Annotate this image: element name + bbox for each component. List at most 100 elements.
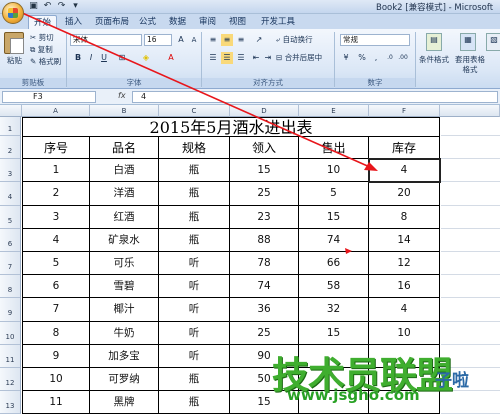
row-header-5[interactable]: 5 [0,205,21,229]
format-painter-button[interactable]: ✎ 格式刷 [30,57,61,67]
undo-icon[interactable]: ↶ [42,1,53,12]
table-cell[interactable]: 20 [369,182,440,206]
bold-button[interactable]: B [72,52,84,64]
row-header-1[interactable]: 1 [0,117,21,136]
table-cell[interactable]: 74 [230,275,299,299]
name-box[interactable]: F3 [2,91,96,103]
comma-icon[interactable]: , [370,52,382,64]
cut-button[interactable]: ✂ 剪切 [30,33,54,43]
border-icon[interactable]: ⊞ [116,52,128,64]
table-cell[interactable]: 12 [369,252,440,276]
column-header-b[interactable]: B [90,105,159,117]
table-cell[interactable]: 洋酒 [90,182,159,206]
table-cell[interactable]: 雪碧 [90,275,159,299]
font-size-combo[interactable]: 16 [144,34,172,46]
table-cell[interactable]: 10 [369,321,440,345]
column-header-g[interactable] [440,105,500,117]
align-middle-icon[interactable]: ≡ [221,34,233,46]
format-table-icon[interactable]: ▦ [460,33,476,51]
paste-button[interactable]: 粘贴 [7,56,22,66]
fx-icon[interactable]: fx [118,91,126,100]
table-cell[interactable]: 7 [22,298,90,322]
table-cell[interactable]: 74 [299,228,369,252]
table-cell[interactable]: 36 [230,298,299,322]
table-cell[interactable]: 可乐 [90,252,159,276]
tab-page-layout[interactable]: 页面布局 [90,15,134,29]
table-cell[interactable]: 瓶 [159,205,230,229]
table-cell[interactable]: 8 [369,205,440,229]
shrink-font-icon[interactable]: A [188,34,200,46]
table-cell[interactable]: 11 [22,391,90,415]
table-header-cell[interactable]: 品名 [90,136,159,160]
table-cell[interactable]: 78 [230,252,299,276]
currency-icon[interactable]: ¥ [340,52,352,64]
table-cell[interactable]: 黑牌 [90,391,159,415]
table-cell[interactable]: 听 [159,344,230,368]
table-cell[interactable]: 14 [369,228,440,252]
table-cell[interactable]: 听 [159,321,230,345]
wrap-text-button[interactable]: ⤶ 自动换行 [276,35,313,45]
cell-styles-icon[interactable]: ▧ [486,33,500,51]
fill-color-icon[interactable]: ◈ [140,52,152,64]
table-cell[interactable]: 32 [299,298,369,322]
table-cell[interactable]: 25 [230,182,299,206]
merge-center-button[interactable]: ⊟ 合并后居中 [276,53,322,63]
table-cell[interactable]: 4 [369,298,440,322]
table-cell[interactable]: 1 [22,159,90,183]
increase-decimal-icon[interactable]: .0 [384,52,396,64]
column-header-a[interactable]: A [22,105,90,117]
align-bottom-icon[interactable]: ≡ [235,34,247,46]
table-cell[interactable]: 听 [159,275,230,299]
table-header-cell[interactable]: 序号 [22,136,90,160]
row-header-11[interactable]: 11 [0,344,21,368]
select-all-corner[interactable] [0,105,22,117]
tab-review[interactable]: 审阅 [194,15,221,29]
row-header-12[interactable]: 12 [0,368,21,392]
table-cell[interactable]: 红酒 [90,205,159,229]
column-header-f[interactable]: F [369,105,440,117]
tab-view[interactable]: 视图 [224,15,251,29]
sheet-title[interactable]: 2015年5月酒水进出表 [22,117,440,137]
table-cell[interactable]: 椰汁 [90,298,159,322]
table-cell[interactable]: 瓶 [159,228,230,252]
percent-icon[interactable]: % [356,52,368,64]
grow-font-icon[interactable]: A [175,34,187,46]
tab-developer[interactable]: 开发工具 [256,15,300,29]
column-header-d[interactable]: D [230,105,299,117]
column-header-c[interactable]: C [159,105,230,117]
tab-formulas[interactable]: 公式 [134,15,161,29]
formula-input[interactable]: 4 [132,91,498,103]
table-cell[interactable]: 66 [299,252,369,276]
table-cell[interactable]: 白酒 [90,159,159,183]
table-cell[interactable]: 15 [299,321,369,345]
row-header-13[interactable]: 13 [0,391,21,415]
table-cell[interactable]: 瓶 [159,159,230,183]
font-name-combo[interactable]: 宋体 [70,34,142,46]
table-cell[interactable]: 可罗纳 [90,368,159,392]
column-header-e[interactable]: E [299,105,369,117]
row-header-4[interactable]: 4 [0,182,21,206]
copy-button[interactable]: ⧉ 复制 [30,45,53,55]
tab-home[interactable]: 开始 [28,15,58,29]
table-cell[interactable]: 矿泉水 [90,228,159,252]
format-table-button[interactable]: 套用表格格式 [452,55,488,75]
increase-indent-icon[interactable]: ⇥ [262,52,274,64]
row-header-6[interactable]: 6 [0,228,21,252]
row-header-10[interactable]: 10 [0,321,21,345]
align-top-icon[interactable]: ≡ [207,34,219,46]
table-cell[interactable]: 9 [22,344,90,368]
table-cell[interactable]: 瓶 [159,391,230,415]
table-cell[interactable]: 2 [22,182,90,206]
underline-button[interactable]: U [98,52,110,64]
table-cell[interactable]: 8 [22,321,90,345]
table-header-cell[interactable]: 库存 [369,136,440,160]
table-cell[interactable]: 10 [299,159,369,183]
table-cell[interactable]: 听 [159,298,230,322]
table-cell[interactable]: 15 [230,159,299,183]
decrease-decimal-icon[interactable]: .00 [397,52,409,64]
table-cell[interactable]: 听 [159,252,230,276]
row-header-3[interactable]: 3 [0,159,21,183]
row-header-2[interactable]: 2 [0,136,21,160]
number-format-combo[interactable]: 常规 [340,34,410,46]
align-right-icon[interactable]: ☰ [235,52,247,64]
